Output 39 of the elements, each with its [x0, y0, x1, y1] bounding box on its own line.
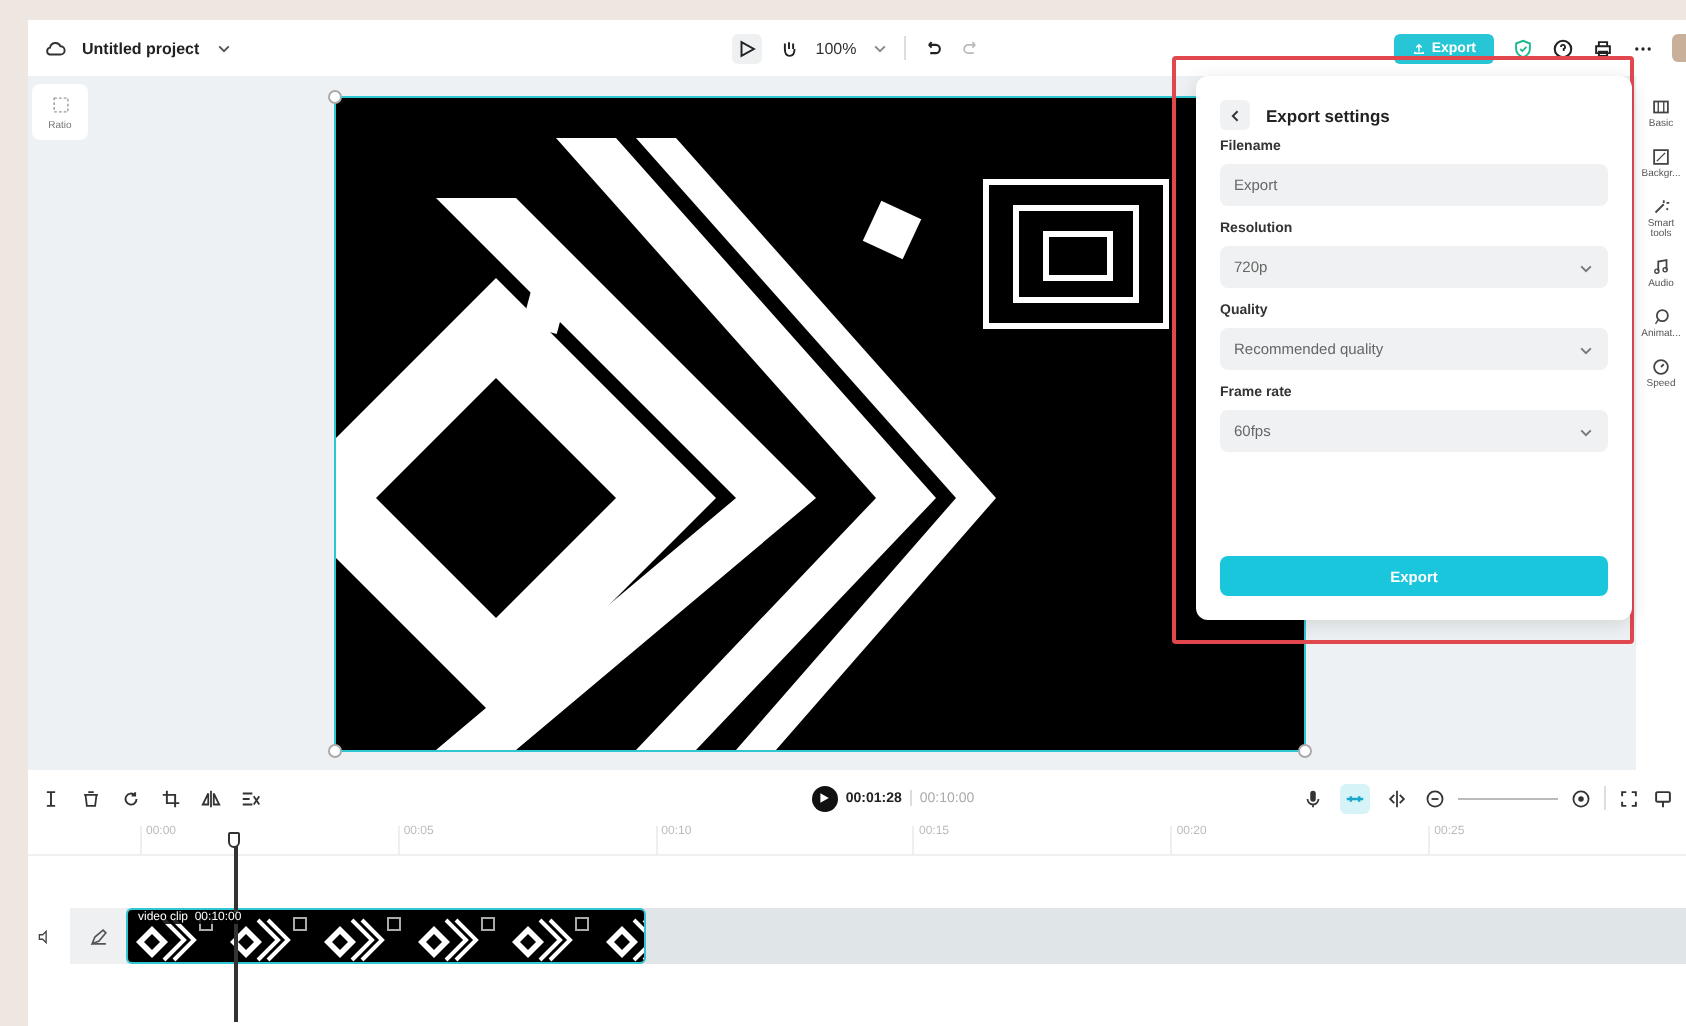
side-tool-icon [1650, 355, 1672, 377]
crop-icon[interactable] [160, 787, 182, 809]
pointer-icon[interactable] [731, 33, 762, 63]
side-tool-icon [1650, 145, 1672, 168]
printer-icon[interactable] [1592, 37, 1614, 59]
zoom-in-icon[interactable] [1570, 787, 1592, 809]
caret-icon[interactable] [215, 40, 232, 56]
magnet-toggle[interactable] [1340, 783, 1370, 813]
undo-icon[interactable] [922, 37, 945, 59]
trash-icon[interactable] [80, 787, 102, 809]
side-tool-icon [1650, 195, 1672, 217]
pencil-icon [87, 925, 109, 947]
caret-icon[interactable] [872, 40, 889, 56]
upload-icon [1411, 41, 1426, 55]
comment-icon[interactable] [1652, 787, 1674, 809]
help-icon[interactable] [1552, 37, 1574, 59]
resize-handle[interactable] [328, 89, 342, 103]
side-tool-icon [1650, 96, 1672, 118]
resize-handle[interactable] [1298, 743, 1312, 757]
captions-icon[interactable] [240, 787, 262, 809]
microphone-icon [1302, 787, 1324, 809]
mirror-icon[interactable] [200, 787, 222, 809]
fullscreen-icon[interactable] [1618, 787, 1640, 809]
chevron-left-icon [1227, 107, 1243, 123]
panel-title: Export settings [1266, 105, 1390, 125]
refresh-icon[interactable] [120, 787, 142, 809]
zoom-out-icon[interactable] [1424, 787, 1446, 809]
back-button[interactable] [1220, 100, 1250, 130]
play-icon [818, 792, 831, 804]
dashed-square-icon [49, 93, 71, 115]
side-tool-icon [1650, 305, 1672, 328]
zoom-level[interactable]: 100% [815, 39, 857, 57]
cloud-icon [44, 37, 66, 59]
split-icon [1386, 787, 1408, 809]
side-tool-icon [1650, 256, 1672, 278]
resize-handle[interactable] [328, 743, 342, 757]
project-title[interactable]: Untitled project [82, 39, 200, 57]
shield-icon[interactable] [1512, 37, 1534, 59]
play-button[interactable] [811, 785, 838, 811]
